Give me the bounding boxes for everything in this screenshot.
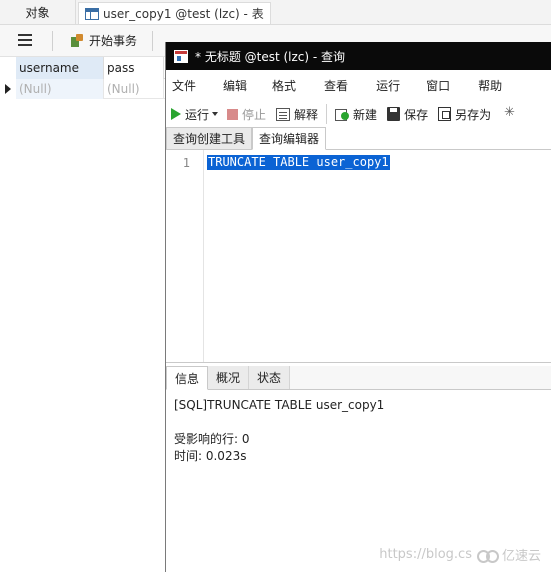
explain-label: 解释 [294,107,319,122]
sql-editor[interactable]: 1 TRUNCATE TABLE user_copy1 [166,150,551,363]
grid-corner [0,57,16,79]
column-header-username[interactable]: username [16,57,104,79]
query-tab-bar: 查询创建工具 查询编辑器 [166,127,551,150]
stop-button[interactable]: 停止 [222,102,271,126]
line-number-gutter: 1 [166,150,204,362]
save-icon [387,107,401,121]
tab-table-user-copy1[interactable]: user_copy1 @test (lzc) - 表 [78,2,271,24]
menu-view[interactable]: 查看 [318,77,354,94]
watermark-url: https://blog.cs [379,547,472,562]
cell-pass[interactable]: (Null) [104,79,164,99]
result-tab-bar: 信息 概况 状态 [166,366,551,390]
tab-profile[interactable]: 概况 [208,366,250,389]
watermark: https://blog.cs 亿速云 [379,545,541,564]
stop-label: 停止 [242,107,267,122]
row-indicator [0,79,16,99]
run-label: 运行 [185,107,210,122]
table-row[interactable]: (Null) (Null) [0,79,166,99]
menu-bar: 文件 编辑 格式 查看 运行 窗口 帮助 [166,70,551,100]
sql-text-selected[interactable]: TRUNCATE TABLE user_copy1 [207,155,390,170]
menu-hamburger-icon[interactable] [18,34,32,46]
transaction-icon [70,33,84,48]
main-tab-bar: 对象 user_copy1 @test (lzc) - 表 [0,0,551,25]
tab-objects[interactable]: 对象 [0,0,76,25]
navicat-app-icon [174,49,188,63]
menu-edit[interactable]: 编辑 [217,77,253,94]
output-affected-rows: 受影响的行: 0 [174,432,250,446]
save-as-label: 另存为 [455,107,492,122]
menu-help[interactable]: 帮助 [472,77,508,94]
menu-file[interactable]: 文件 [166,77,202,94]
tab-query-editor[interactable]: 查询编辑器 [252,127,327,150]
new-label: 新建 [353,107,378,122]
menu-window[interactable]: 窗口 [420,77,456,94]
toolbar-divider [152,31,153,51]
tab-table-label: user_copy1 @test (lzc) - 表 [103,7,264,21]
run-button[interactable]: 运行 [166,102,214,126]
output-sql-line: [SQL]TRUNCATE TABLE user_copy1 [174,398,385,412]
query-window-titlebar[interactable]: * 无标题 @test (lzc) - 查询 [166,42,551,70]
run-dropdown-chevron-icon[interactable] [212,112,219,116]
watermark-brand: 亿速云 [501,549,541,564]
beautify-sql-icon[interactable] [504,105,518,121]
save-as-icon [438,107,452,121]
cell-username[interactable]: (Null) [16,79,104,99]
explain-button[interactable]: 解释 [271,102,323,126]
save-label: 保存 [404,107,429,122]
query-toolbar: 运行 停止 解释 新建 保存 另存为 [166,100,551,128]
menu-run[interactable]: 运行 [370,77,406,94]
tab-objects-label: 对象 [25,6,50,20]
column-header-pass[interactable]: pass [104,57,164,79]
begin-transaction-label: 开始事务 [89,34,138,48]
table-icon [85,7,99,20]
new-query-icon [335,107,350,121]
query-window-title: * 无标题 @test (lzc) - 查询 [195,49,346,64]
play-icon [171,108,181,120]
yisu-logo-icon [476,547,499,563]
output-time: 时间: 0.023s [174,449,247,463]
line-number: 1 [182,156,190,170]
stop-icon [227,108,239,120]
save-as-button[interactable]: 另存为 [433,102,496,126]
query-window: * 无标题 @test (lzc) - 查询 文件 编辑 格式 查看 运行 窗口… [165,42,551,572]
tab-status[interactable]: 状态 [249,366,291,389]
save-button[interactable]: 保存 [382,102,433,126]
output-spacer [174,414,544,431]
grid-header: username pass [0,57,166,79]
menu-format[interactable]: 格式 [266,77,302,94]
begin-transaction-button[interactable]: 开始事务 [70,32,137,49]
toolbar-divider [52,31,53,51]
current-row-arrow-icon [5,84,11,94]
new-query-button[interactable]: 新建 [330,102,382,126]
tab-query-builder[interactable]: 查询创建工具 [166,127,253,149]
explain-icon [276,107,291,121]
toolbar-divider [326,104,328,124]
tab-info[interactable]: 信息 [166,366,209,390]
